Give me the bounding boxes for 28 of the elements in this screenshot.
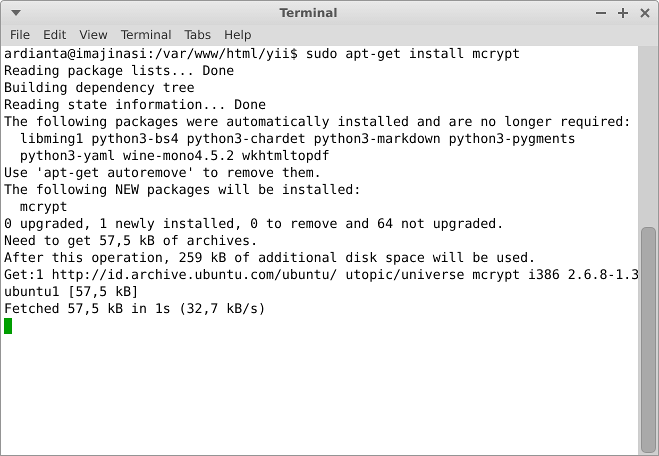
terminal-line: Building dependency tree xyxy=(4,80,196,97)
maximize-icon[interactable] xyxy=(618,8,628,18)
text-cursor xyxy=(4,318,12,334)
terminal-line: Fetched 57,5 kB in 1s (32,7 kB/s) xyxy=(4,301,268,318)
terminal-line: After this operation, 259 kB of additional disk space will be used. xyxy=(4,250,537,267)
terminal-line: python3-yaml wine-mono4.5.2 wkhtmltopdf xyxy=(18,148,331,165)
terminal-line: Reading package lists... Done xyxy=(4,63,236,80)
window-title: Terminal xyxy=(278,6,339,20)
terminal-line: 0 upgraded, 1 newly installed, 0 to remove and 64 not upgraded. xyxy=(4,216,506,233)
terminal-line: Use 'apt-get autoremove' to remove them. xyxy=(4,165,323,182)
menu-item[interactable]: View xyxy=(74,28,116,42)
terminal-line: ardianta@imajinasi:/var/www/html/yii$ sudo apt-get install mcrypt xyxy=(4,46,522,63)
window-menu-icon[interactable] xyxy=(11,10,21,16)
menu-item[interactable]: Tabs xyxy=(180,28,220,42)
scrollbar-thumb[interactable] xyxy=(641,227,656,453)
terminal-line: Get:1 http://id.archive.ubuntu.com/ubuntu/ utopic/universe mcrypt i386 2.6.8-1.3 xyxy=(4,267,638,284)
terminal-line: The following NEW packages will be installed: xyxy=(4,182,362,199)
terminal-line: Reading state information... Done xyxy=(4,97,268,114)
terminal-line: The following packages were automatically installed and are no longer required: xyxy=(4,114,632,131)
menu-item[interactable]: Edit xyxy=(38,28,74,42)
menu-item[interactable]: Help xyxy=(219,28,260,42)
terminal-line: libming1 python3-bs4 python3-chardet python3-markdown python3-pygments xyxy=(18,131,577,148)
terminal-line: ubuntu1 [57,5 kB] xyxy=(4,284,140,301)
menu-item[interactable]: Terminal xyxy=(116,28,180,42)
terminal-line: Need to get 57,5 kB of archives. xyxy=(4,233,260,250)
menu-item[interactable]: File xyxy=(5,28,38,42)
close-icon[interactable] xyxy=(640,8,650,18)
terminal-line: mcrypt xyxy=(18,199,69,216)
